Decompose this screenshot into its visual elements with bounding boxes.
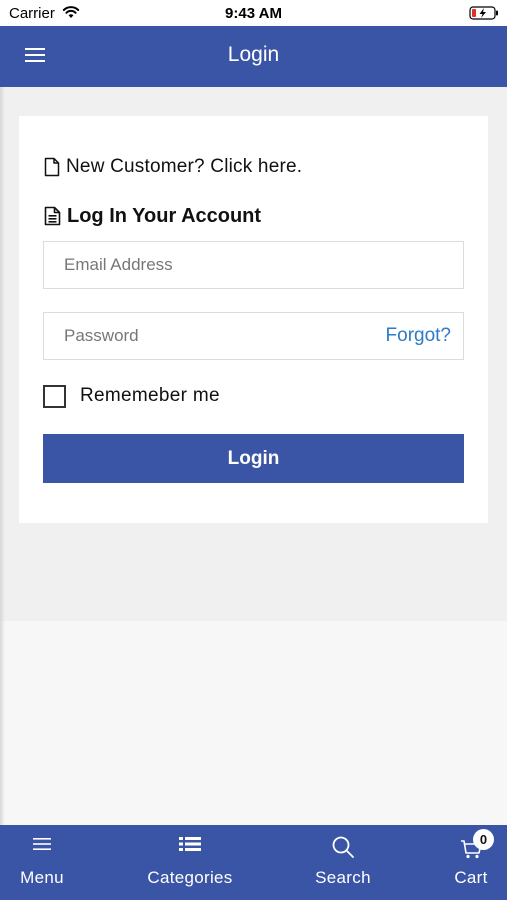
remember-me-label[interactable]: Rememeber me: [80, 385, 220, 407]
email-input[interactable]: [44, 242, 463, 288]
login-card: New Customer? Click here. Log In Your Ac…: [19, 116, 488, 523]
new-customer-link[interactable]: New Customer? Click here.: [44, 156, 302, 178]
tab-cart[interactable]: 0 Cart: [440, 825, 502, 900]
tab-search[interactable]: Search: [303, 825, 383, 900]
account-heading-row: Log In Your Account: [44, 204, 261, 228]
tab-menu-label: Menu: [20, 868, 64, 887]
document-icon: [44, 157, 60, 177]
list-icon: [179, 837, 201, 851]
password-field-box: Forgot?: [43, 312, 464, 360]
forgot-password-link[interactable]: Forgot?: [386, 325, 451, 347]
login-heading: Log In Your Account: [67, 204, 262, 227]
tab-cart-label: Cart: [454, 868, 488, 887]
tab-categories[interactable]: Categories: [135, 825, 245, 900]
tab-menu[interactable]: Menu: [0, 825, 84, 900]
status-time: 9:43 AM: [225, 5, 282, 22]
edge-shadow: [0, 87, 5, 825]
cart-count-badge: 0: [473, 829, 494, 850]
tab-search-label: Search: [315, 868, 371, 887]
app-header: Login: [0, 26, 507, 87]
status-bar: Carrier 9:43 AM: [0, 0, 507, 26]
page-title: Login: [227, 43, 280, 66]
search-icon: [332, 836, 354, 858]
bottom-tab-bar: Menu Categories Search 0 Cart: [0, 825, 507, 900]
remember-me-checkbox[interactable]: [43, 384, 66, 408]
hamburger-menu-icon: [33, 838, 51, 850]
remember-me-row[interactable]: Rememeber me: [43, 383, 220, 409]
tab-categories-label: Categories: [147, 868, 233, 887]
login-button[interactable]: Login: [43, 434, 464, 483]
new-customer-text: New Customer? Click here.: [66, 156, 303, 177]
document-lines-icon: [44, 206, 61, 226]
email-field-box: [43, 241, 464, 289]
battery-charging-icon: [469, 6, 498, 20]
